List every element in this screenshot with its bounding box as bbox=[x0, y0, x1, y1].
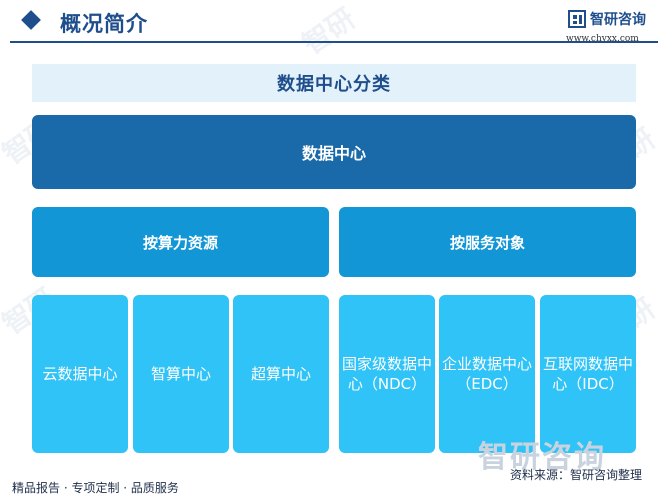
header-diamond-icon bbox=[21, 10, 41, 30]
brand-name: 智研咨询 bbox=[590, 12, 646, 28]
leaf-node-intelligent-computing: 智算中心 bbox=[133, 295, 229, 453]
watermark: 智研 bbox=[296, 1, 362, 61]
header-divider bbox=[10, 41, 658, 43]
page-title: 概况简介 bbox=[60, 12, 148, 36]
leaf-node-ndc: 国家级数据中心（NDC） bbox=[339, 295, 435, 453]
source-note: 资料来源：智研咨询整理 bbox=[510, 468, 643, 482]
diagram-banner: 数据中心分类 bbox=[32, 64, 636, 102]
group-node-compute: 按算力资源 bbox=[32, 207, 329, 277]
leaf-node-edc: 企业数据中心（EDC） bbox=[439, 295, 535, 453]
root-node: 数据中心 bbox=[32, 115, 636, 189]
footer-tagline: 精品报告 · 专项定制 · 品质服务 bbox=[12, 481, 179, 495]
leaf-node-cloud-dc: 云数据中心 bbox=[32, 295, 128, 453]
brand-logo-icon bbox=[568, 10, 586, 28]
leaf-node-supercomputing: 超算中心 bbox=[233, 295, 329, 453]
leaf-node-idc: 互联网数据中心（IDC） bbox=[540, 295, 636, 453]
group-node-service: 按服务对象 bbox=[339, 207, 636, 277]
